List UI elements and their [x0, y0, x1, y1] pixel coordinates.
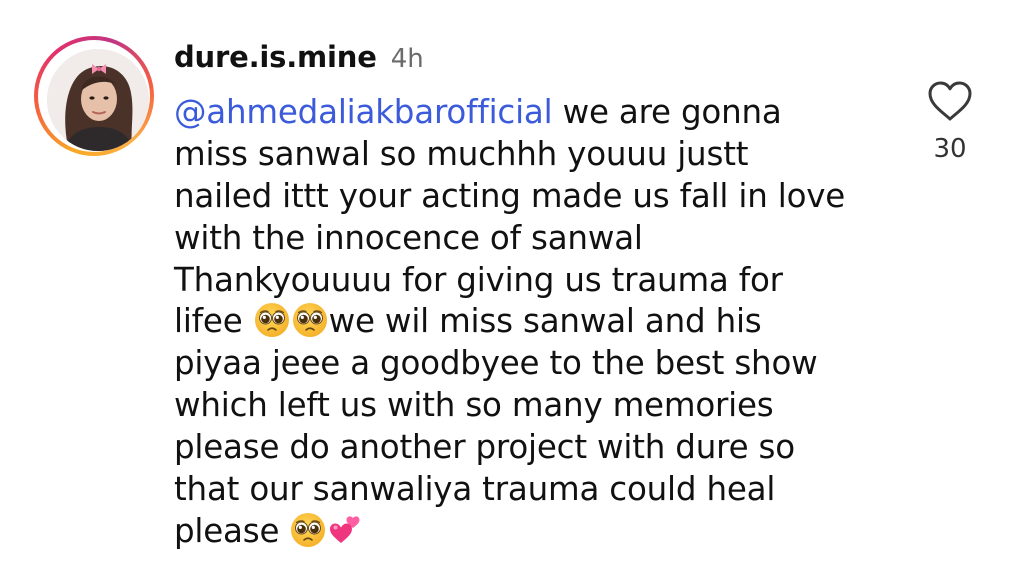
- pleading-face-emoji: [290, 512, 326, 548]
- comment-text-segment: we wil miss sanwal and his: [328, 302, 762, 341]
- comment-line-11: please: [174, 511, 890, 553]
- mention-link[interactable]: @ahmedaliakbarofficial: [174, 93, 553, 131]
- comment-text-segment: lifee: [174, 302, 253, 341]
- comment-line-1: @ahmedaliakbarofficial we are gonna: [174, 92, 890, 134]
- comment-line-9: please do another project with dure so: [174, 428, 795, 467]
- two-hearts-emoji: [328, 512, 364, 548]
- username-link[interactable]: dure.is.mine: [174, 40, 377, 74]
- like-count: 30: [933, 134, 967, 164]
- comment-line-3: nailed ittt your acting made us fall in …: [174, 176, 846, 215]
- comment-line-10: that our sanwaliya trauma could heal: [174, 470, 776, 509]
- comment-text-segment: please: [174, 511, 290, 550]
- comment-line-6: lifee we wil miss sanwal and his: [174, 301, 890, 343]
- heart-outline-icon[interactable]: [927, 80, 973, 122]
- comment-text: @ahmedaliakbarofficial we are gonna miss…: [174, 92, 890, 553]
- pleading-face-emoji: [254, 302, 290, 338]
- avatar-ring-gap: [38, 40, 150, 152]
- comment-line-7: piyaa jeee a goodbyee to the best show: [174, 344, 818, 383]
- comment-line-4: with the innocence of sanwal: [174, 218, 643, 257]
- comment-text-segment: we are gonna: [552, 93, 782, 131]
- avatar-story-ring[interactable]: [34, 36, 154, 156]
- comment-line-2: miss sanwal so muchhh youuu justt: [174, 134, 749, 173]
- like-section: 30: [924, 80, 976, 164]
- comment-header: dure.is.mine 4h: [174, 40, 424, 80]
- avatar: [47, 49, 149, 151]
- timestamp: 4h: [390, 44, 424, 74]
- comment-line-8: which left us with so many memories: [174, 386, 774, 425]
- comment: dure.is.mine 4h @ahmedaliakbarofficial w…: [0, 0, 1024, 567]
- comment-line-5: Thankyouuuu for giving us trauma for: [174, 260, 783, 299]
- avatar-photo: [47, 49, 149, 151]
- pleading-face-emoji: [292, 302, 328, 338]
